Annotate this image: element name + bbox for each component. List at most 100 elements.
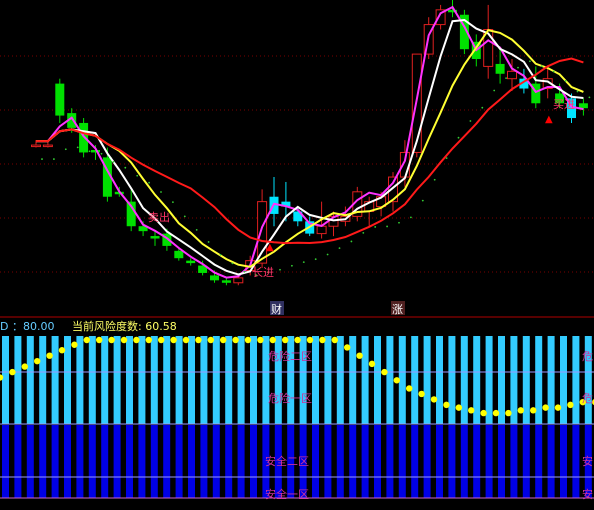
trail-dot-7 [124,166,127,169]
risk-bar-upper-26 [324,336,332,424]
trail-dot-31 [410,216,412,219]
risk-bar-upper-6 [76,336,84,424]
risk-dot-45 [554,404,562,411]
risk-dot-28 [344,344,351,351]
trail-dot-39 [505,77,507,80]
risk-dot-42 [517,407,524,414]
risk-dot-8 [96,336,103,344]
risk-dot-38 [468,407,475,414]
risk-dot-33 [406,385,413,392]
risk-bar-upper-18 [225,336,233,424]
risk-bar-upper-7 [88,336,96,424]
risk-bar-upper-34 [423,336,431,424]
risk-bar-lower-20 [250,425,257,498]
candle-body-19 [257,201,268,264]
risk-bar-upper-1 [14,336,22,424]
risk-dot-29 [356,352,363,359]
signal-sell-label: 卖出 [148,210,170,224]
risk-bar-lower-42 [522,425,530,498]
trail-dot-17 [243,270,246,273]
risk-dot-23 [282,336,289,344]
risk-bar-upper-19 [237,336,245,424]
ma-magenta-line [36,5,584,279]
risk-dot-9 [108,336,115,344]
signal-long-label: 长进 [252,266,274,279]
trail-dot-42 [540,65,543,68]
trail-dot-32 [421,199,424,202]
risk-bar-upper-0 [2,336,9,424]
risk-bar-lower-26 [324,425,332,498]
risk-dot-18 [220,336,227,344]
risk-bar-lower-30 [374,425,381,498]
trail-dot-1 [53,158,55,160]
risk-dot-27 [331,336,338,344]
risk-bar-lower-37 [460,425,468,498]
trail-dot-4 [88,150,91,153]
risk-bar-lower-34 [423,425,431,498]
kline-panel[interactable]: 卖出 ▲ 长进 ▲ 买进 [0,0,594,286]
risk-bar-upper-30 [374,336,381,424]
trail-dot-46 [588,96,591,99]
risk-bar-upper-35 [436,336,443,424]
zone-label-danger-1: 危险一区 [268,391,312,405]
kline-grid [0,55,594,273]
risk-dot-3 [34,357,41,365]
risk-dot-13 [158,336,165,344]
trail-dot-21 [291,264,293,267]
risk-bar-upper-29 [361,336,369,424]
zone-label-safe-2: 安全二区 [265,454,309,468]
risk-dot-19 [232,336,239,344]
risk-bar-upper-10 [126,336,133,424]
risk-dot-40 [492,409,500,417]
risk-dot-43 [530,407,537,414]
risk-bar-lower-32 [398,425,406,498]
risk-dot-11 [133,336,140,344]
risk-bar-upper-39 [485,336,493,424]
risk-bar-lower-27 [336,425,344,498]
risk-bar-upper-9 [113,336,121,424]
signal-sell[interactable]: 卖出 [148,210,170,224]
trail-dot-15 [219,253,222,256]
trail-dot-30 [398,221,400,224]
risk-bar-upper-40 [498,336,505,424]
risk-bar-lower-6 [76,425,84,498]
risk-bar-upper-20 [250,336,257,424]
risk-bar-upper-8 [101,336,109,424]
candle-body-16 [221,280,231,283]
trail-dot-24 [326,253,329,256]
risk-bar-upper-28 [349,336,357,424]
risk-bar-lower-33 [411,425,419,498]
trail-dot-33 [433,178,436,181]
trail-dot-29 [386,225,388,228]
risk-bar-lower-13 [163,425,171,498]
trail-dot-16 [231,262,234,265]
trail-dot-36 [469,120,472,122]
trail-dot-43 [552,70,555,73]
risk-bar-lower-0 [2,425,9,498]
risk-title: 当前风险度数: 60.58 [72,319,177,333]
risk-bar-lower-9 [113,425,121,498]
risk-bar-upper-27 [336,336,344,424]
risk-bar-lower-40 [498,425,505,498]
candle-body-17 [233,277,244,284]
trail-dot-28 [374,226,377,228]
zone-label-safe-1: 安全一区 [265,487,309,501]
zone-edge-danger-1: 危 [582,392,593,405]
candle-body-13 [186,260,196,264]
ma-white-line [36,18,584,276]
risk-bar-lower-16 [200,425,208,498]
risk-bar-upper-37 [460,336,468,424]
risk-bar-lower-44 [547,425,555,498]
risk-bar-lower-5 [64,425,71,498]
risk-dot-25 [306,336,314,344]
risk-bar-lower-45 [560,425,567,498]
risk-panel[interactable]: 危险二区 危险一区 安全二区 安全一区 危 危 安 安 [0,336,594,501]
risk-dot-2 [21,363,28,370]
risk-dot-21 [257,336,264,344]
zone-label-danger-2: 危险二区 [268,349,312,363]
candle-body-24 [316,225,327,235]
risk-dot-44 [542,404,549,411]
risk-dot-5 [58,347,66,354]
risk-dot-24 [294,336,301,344]
signal-buy-label: 买进 [553,98,575,111]
